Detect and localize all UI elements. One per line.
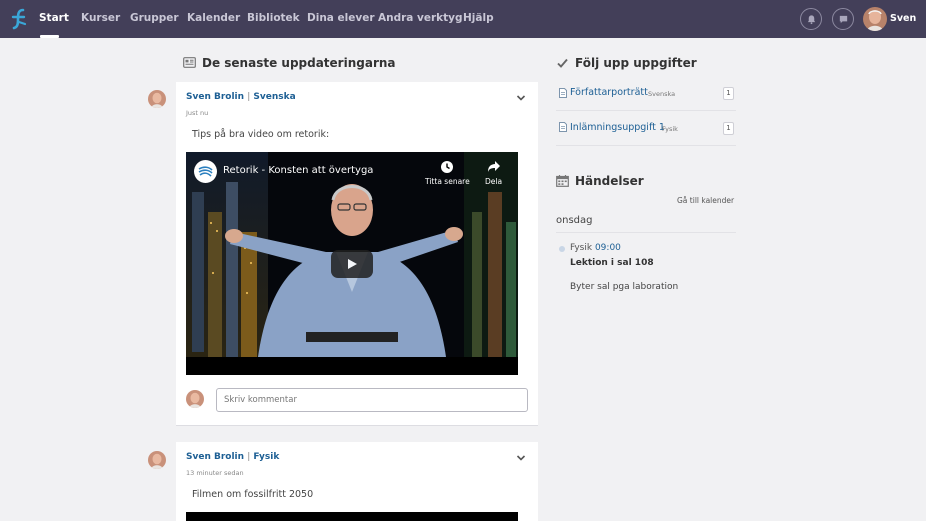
go-to-calendar-link[interactable]: Gå till kalender — [677, 196, 734, 205]
event-marker — [559, 246, 565, 252]
commenter-avatar — [186, 390, 204, 408]
post-author-name[interactable]: Sven Brolin — [186, 92, 244, 102]
tasks-title: Följ upp uppgifter — [575, 56, 697, 70]
task-item[interactable]: Inlämningsuppgift 1 Fysik 1 — [558, 120, 734, 146]
play-button[interactable] — [331, 250, 373, 278]
post-course-link[interactable]: Svenska — [253, 92, 295, 102]
post-timestamp: 13 minuter sedan — [186, 469, 244, 477]
video-title[interactable]: Retorik - Konsten att övertyga — [223, 165, 373, 176]
newspaper-icon — [183, 57, 196, 68]
post-author-avatar[interactable] — [148, 451, 166, 469]
nav-dina-elever[interactable]: Dina elever — [307, 12, 375, 24]
comment-input[interactable] — [216, 388, 528, 412]
calendar-icon — [556, 175, 569, 187]
share-icon[interactable] — [487, 160, 501, 173]
nav-kurser[interactable]: Kurser — [81, 12, 120, 24]
user-name[interactable]: Sven — [890, 13, 916, 24]
nav-bibliotek[interactable]: Bibliotek — [247, 12, 300, 24]
channel-logo-icon[interactable] — [194, 160, 217, 183]
embedded-video[interactable]: Retorik - Konsten att övertyga Titta sen… — [186, 152, 518, 375]
task-count-badge: 1 — [723, 87, 734, 100]
messages-button[interactable] — [832, 8, 854, 30]
post-card: Sven Brolin | Fysik 13 minuter sedan Fil… — [176, 442, 538, 521]
nav-hjalp[interactable]: Hjälp — [463, 12, 494, 24]
post-author-name[interactable]: Sven Brolin — [186, 452, 244, 462]
event-time: 09:00 — [594, 243, 621, 253]
task-count-badge: 1 — [723, 122, 734, 135]
nav-grupper[interactable]: Grupper — [130, 12, 179, 24]
event-day-label: onsdag — [556, 215, 593, 226]
post-timestamp: Just nu — [186, 109, 209, 117]
post-text: Tips på bra video om retorik: — [192, 129, 330, 140]
notifications-button[interactable] — [800, 8, 822, 30]
embedded-video[interactable] — [186, 512, 518, 521]
event-course: Fysik — [570, 243, 593, 253]
document-icon — [559, 88, 567, 98]
nav-start[interactable]: Start — [39, 12, 69, 24]
author-separator: | — [247, 92, 251, 102]
post-course-link[interactable]: Fysik — [253, 452, 279, 462]
task-link[interactable]: Författarporträtt — [570, 87, 648, 98]
app-logo-icon[interactable] — [10, 8, 28, 30]
document-icon — [559, 122, 567, 132]
divider — [556, 232, 736, 233]
top-navigation-bar: Start Kurser Grupper Kalender Bibliotek … — [0, 0, 926, 38]
task-link[interactable]: Inlämningsuppgift 1 — [570, 122, 665, 133]
checkmark-icon — [557, 58, 568, 68]
nav-andra-verktyg[interactable]: Andra verktyg — [378, 12, 463, 24]
chevron-down-icon[interactable] — [516, 454, 526, 462]
post-text: Filmen om fossilfritt 2050 — [192, 489, 314, 500]
user-avatar[interactable] — [863, 7, 887, 31]
bell-icon — [807, 14, 815, 24]
author-separator: | — [247, 452, 251, 462]
nav-kalender[interactable]: Kalender — [187, 12, 240, 24]
share-label[interactable]: Dela — [485, 177, 502, 186]
event-note: Byter sal pga laboration — [570, 282, 679, 292]
task-course: Svenska — [648, 90, 676, 98]
event-course-time[interactable]: Fysik 09:00 — [570, 243, 621, 253]
feed-title: De senaste uppdateringarna — [202, 56, 396, 70]
task-course: Fysik — [662, 125, 678, 133]
post-card: Sven Brolin | Svenska Just nu Tips på br… — [176, 82, 538, 426]
watch-later-label[interactable]: Titta senare — [425, 177, 470, 186]
chat-icon — [839, 15, 847, 23]
post-author-avatar[interactable] — [148, 90, 166, 108]
divider — [556, 145, 736, 146]
task-item[interactable]: Författarporträtt Svenska 1 — [558, 86, 734, 112]
nav-active-indicator — [40, 35, 59, 38]
event-title[interactable]: Lektion i sal 108 — [570, 258, 654, 268]
divider — [556, 110, 736, 111]
play-icon — [348, 259, 357, 269]
clock-icon[interactable] — [440, 160, 454, 174]
events-title: Händelser — [575, 174, 644, 188]
chevron-down-icon[interactable] — [516, 94, 526, 102]
